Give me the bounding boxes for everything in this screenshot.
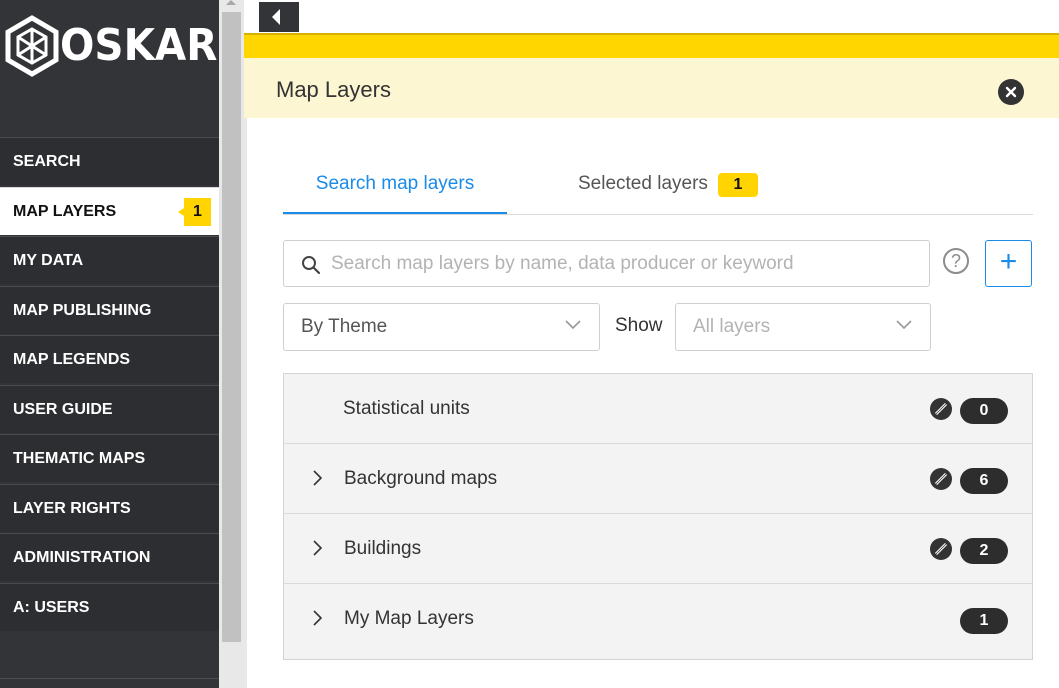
layer-group-name: Statistical units bbox=[343, 398, 470, 419]
edit-pencil-icon[interactable] bbox=[929, 537, 953, 561]
sidebar-item-search[interactable]: SEARCH bbox=[0, 137, 219, 185]
chevron-right-icon[interactable] bbox=[312, 610, 322, 626]
sidebar-item-my-data[interactable]: MY DATA bbox=[0, 236, 219, 284]
scroll-up-arrow-icon[interactable] bbox=[226, 0, 236, 5]
tab-search-map-layers[interactable]: Search map layers bbox=[283, 171, 507, 215]
layer-group-row[interactable]: Buildings 2 bbox=[284, 514, 1032, 584]
tab-label: Selected layers bbox=[578, 173, 708, 194]
sidebar-item-map-layers[interactable]: MAP LAYERS 1 bbox=[0, 187, 219, 235]
collapse-menu-button[interactable] bbox=[259, 2, 299, 32]
sidebar-item-label: A: USERS bbox=[13, 598, 90, 616]
sidebar-item-label: MAP LAYERS bbox=[13, 202, 117, 220]
close-button[interactable] bbox=[998, 79, 1024, 105]
sidebar-item-map-legends[interactable]: MAP LEGENDS bbox=[0, 335, 219, 383]
layer-group-row[interactable]: Statistical units 0 bbox=[284, 374, 1032, 444]
tab-label: Search map layers bbox=[315, 173, 475, 194]
search-icon bbox=[302, 256, 321, 275]
show-filter-label: Show bbox=[615, 315, 663, 336]
sidebar-item-map-publishing[interactable]: MAP PUBLISHING bbox=[0, 286, 219, 334]
plus-icon: + bbox=[999, 245, 1018, 278]
layer-group-name: Background maps bbox=[344, 468, 498, 489]
sidebar-item-label: MAP PUBLISHING bbox=[13, 301, 152, 319]
logo-text: OSKARI bbox=[60, 20, 233, 71]
tabs-divider bbox=[283, 214, 1033, 215]
show-filter-select[interactable]: All layers bbox=[675, 303, 931, 351]
sidebar-item-administration[interactable]: ADMINISTRATION bbox=[0, 533, 219, 581]
sidebar-item-a-users[interactable]: A: USERS bbox=[0, 583, 219, 631]
show-filter-value: All layers bbox=[693, 316, 771, 337]
layer-count-badge: 2 bbox=[960, 538, 1008, 564]
sidebar-item-layer-rights[interactable]: LAYER RIGHTS bbox=[0, 484, 219, 532]
chevron-down-icon bbox=[565, 320, 581, 330]
flyout-top-stripe[interactable] bbox=[244, 33, 1059, 58]
oskari-logo[interactable]: OSKARI bbox=[0, 0, 233, 95]
sidebar-item-user-guide[interactable]: USER GUIDE bbox=[0, 385, 219, 433]
sidebar-item-label: MAP LEGENDS bbox=[13, 350, 131, 368]
layer-count-badge: 6 bbox=[960, 468, 1008, 494]
chevron-down-icon bbox=[896, 320, 912, 330]
grouping-select-value: By Theme bbox=[301, 316, 388, 337]
layer-group-row[interactable]: My Map Layers 1 bbox=[284, 584, 1032, 654]
layer-group-row[interactable]: Background maps 6 bbox=[284, 444, 1032, 514]
help-button[interactable]: ? bbox=[943, 248, 969, 274]
sidebar-item-label: SEARCH bbox=[13, 152, 81, 170]
scrollbar-thumb[interactable] bbox=[222, 12, 241, 642]
search-box[interactable] bbox=[283, 240, 930, 287]
flyout-title: Map Layers bbox=[276, 77, 391, 102]
chevron-left-icon bbox=[272, 9, 280, 25]
sidebar-item-label: ADMINISTRATION bbox=[13, 548, 151, 566]
add-layer-button[interactable]: + bbox=[985, 240, 1032, 287]
edit-pencil-icon[interactable] bbox=[929, 467, 953, 491]
selected-count-badge: 1 bbox=[717, 173, 758, 197]
edit-pencil-icon[interactable] bbox=[929, 397, 953, 421]
close-icon bbox=[1005, 86, 1017, 98]
layer-group-name: Buildings bbox=[344, 538, 422, 559]
flyout-border bbox=[244, 118, 247, 688]
oskari-hexagon-icon bbox=[5, 15, 59, 77]
sidebar-divider bbox=[0, 678, 219, 679]
chevron-right-icon[interactable] bbox=[312, 540, 322, 556]
sidebar-item-badge: 1 bbox=[178, 198, 211, 226]
map-area[interactable] bbox=[244, 0, 1059, 33]
layer-count-badge: 1 bbox=[960, 608, 1008, 634]
tab-selected-layers[interactable]: Selected layers 1 bbox=[578, 171, 758, 215]
search-input[interactable] bbox=[329, 243, 913, 285]
chevron-right-icon[interactable] bbox=[312, 470, 322, 486]
sidebar-item-thematic-maps[interactable]: THEMATIC MAPS bbox=[0, 434, 219, 482]
sidebar-item-label: LAYER RIGHTS bbox=[13, 499, 131, 517]
grouping-select[interactable]: By Theme bbox=[283, 303, 600, 351]
question-mark-icon: ? bbox=[950, 251, 961, 271]
sidebar-item-label: MY DATA bbox=[13, 251, 84, 269]
sidebar-item-label: USER GUIDE bbox=[13, 400, 113, 418]
sidebar: OSKARI SEARCH MAP LAYERS 1 MY DATA MAP P… bbox=[0, 0, 233, 688]
layer-count-badge: 0 bbox=[960, 398, 1008, 424]
layer-group-name: My Map Layers bbox=[344, 608, 474, 629]
flyout-header[interactable]: Map Layers bbox=[244, 58, 1059, 118]
layer-group-list: Statistical units 0 Background maps 6 Bu… bbox=[283, 373, 1033, 660]
sidebar-item-label: THEMATIC MAPS bbox=[13, 449, 146, 467]
sidebar-scrollbar[interactable] bbox=[219, 0, 244, 688]
